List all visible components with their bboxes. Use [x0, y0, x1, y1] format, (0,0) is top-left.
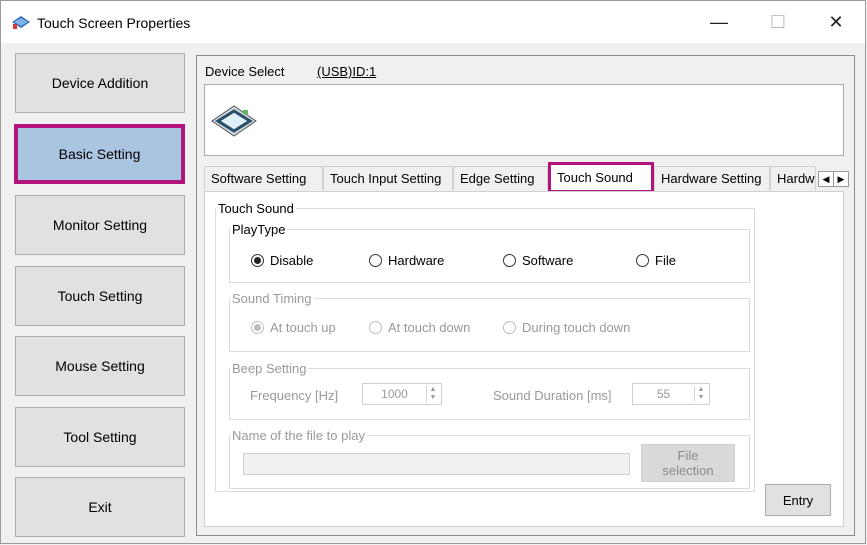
sound-duration-label: Sound Duration [ms]	[493, 388, 612, 403]
playtype-software-radio[interactable]: Software	[503, 253, 573, 268]
radio-selected-icon[interactable]	[251, 254, 264, 267]
touch-sound-group-label: Touch Sound	[218, 201, 294, 216]
timing-during-touch-down-radio[interactable]: During touch down	[503, 320, 630, 335]
frequency-value: 1000	[381, 387, 408, 401]
tab-hardware-setting[interactable]: Hardware Setting	[654, 166, 770, 190]
timing-at-touch-up-radio[interactable]: At touch up	[251, 320, 336, 335]
playtype-disable-radio[interactable]: Disable	[251, 253, 313, 268]
spin-arrows-icon[interactable]: ▲ ▼	[694, 386, 707, 402]
file-selection-button[interactable]: File selection	[641, 444, 735, 482]
playtype-disable-label: Disable	[270, 253, 314, 268]
mouse-setting-button[interactable]: Mouse Setting	[15, 336, 185, 396]
tab-touch-sound[interactable]: Touch Sound	[548, 162, 654, 193]
frequency-stepper[interactable]: 1000 ▲ ▼	[362, 383, 442, 405]
timing-at-touch-down-radio[interactable]: At touch down	[369, 320, 470, 335]
file-selection-button-line2: selection	[662, 463, 714, 478]
file-path-field[interactable]	[243, 453, 630, 475]
device-addition-button[interactable]: Device Addition	[15, 53, 185, 113]
maximize-button[interactable]: ☐	[755, 1, 801, 43]
spin-arrows-icon[interactable]: ▲ ▼	[426, 386, 439, 402]
radio-unselected-icon[interactable]	[636, 254, 649, 267]
file-to-play-label: Name of the file to play	[232, 428, 365, 443]
tool-setting-button[interactable]: Tool Setting	[15, 407, 185, 467]
radio-selected-icon[interactable]	[251, 321, 264, 334]
touch-screen-app-icon	[12, 16, 30, 29]
touch-screen-device-icon[interactable]	[209, 101, 259, 141]
timing-at-touch-up-label: At touch up	[270, 320, 336, 335]
basic-setting-button[interactable]: Basic Setting	[14, 124, 185, 184]
timing-during-touch-down-label: During touch down	[522, 320, 631, 335]
tab-software-setting[interactable]: Software Setting	[204, 166, 323, 190]
sound-timing-label: Sound Timing	[232, 291, 312, 306]
sound-duration-stepper[interactable]: 55 ▲ ▼	[632, 383, 710, 405]
device-select-value[interactable]: (USB)ID:1	[317, 64, 376, 79]
frequency-label: Frequency [Hz]	[250, 388, 339, 403]
radio-unselected-icon[interactable]	[369, 254, 382, 267]
close-button[interactable]: ✕	[813, 1, 859, 43]
tab-scroll-right-icon[interactable]: ▶	[833, 171, 849, 187]
timing-at-touch-down-label: At touch down	[388, 320, 471, 335]
touch-setting-button[interactable]: Touch Setting	[15, 266, 185, 326]
playtype-software-label: Software	[522, 253, 574, 268]
radio-unselected-icon[interactable]	[369, 321, 382, 334]
playtype-file-radio[interactable]: File	[636, 253, 676, 268]
file-selection-button-line1: File	[677, 448, 699, 463]
entry-button[interactable]: Entry	[765, 484, 831, 516]
beep-setting-label: Beep Setting	[232, 361, 307, 376]
monitor-setting-button[interactable]: Monitor Setting	[15, 195, 185, 255]
tab-hardware-truncated[interactable]: Hardwa	[770, 166, 816, 190]
radio-unselected-icon[interactable]	[503, 321, 516, 334]
window-title: Touch Screen Properties	[37, 15, 191, 31]
playtype-hardware-radio[interactable]: Hardware	[369, 253, 444, 268]
playtype-file-label: File	[655, 253, 676, 268]
sound-duration-value: 55	[656, 387, 671, 401]
playtype-label: PlayType	[232, 222, 286, 237]
device-list[interactable]	[204, 84, 844, 156]
playtype-hardware-label: Hardware	[388, 253, 445, 268]
radio-unselected-icon[interactable]	[503, 254, 516, 267]
device-select-label: Device Select	[205, 64, 285, 79]
title-bar: Touch Screen Properties — ☐ ✕	[1, 1, 865, 43]
minimize-button[interactable]: —	[696, 1, 742, 43]
tab-scroll-left-icon[interactable]: ◀	[818, 171, 834, 187]
exit-button[interactable]: Exit	[15, 477, 185, 537]
tab-edge-setting[interactable]: Edge Setting	[453, 166, 548, 190]
tab-touch-input-setting[interactable]: Touch Input Setting	[323, 166, 453, 190]
